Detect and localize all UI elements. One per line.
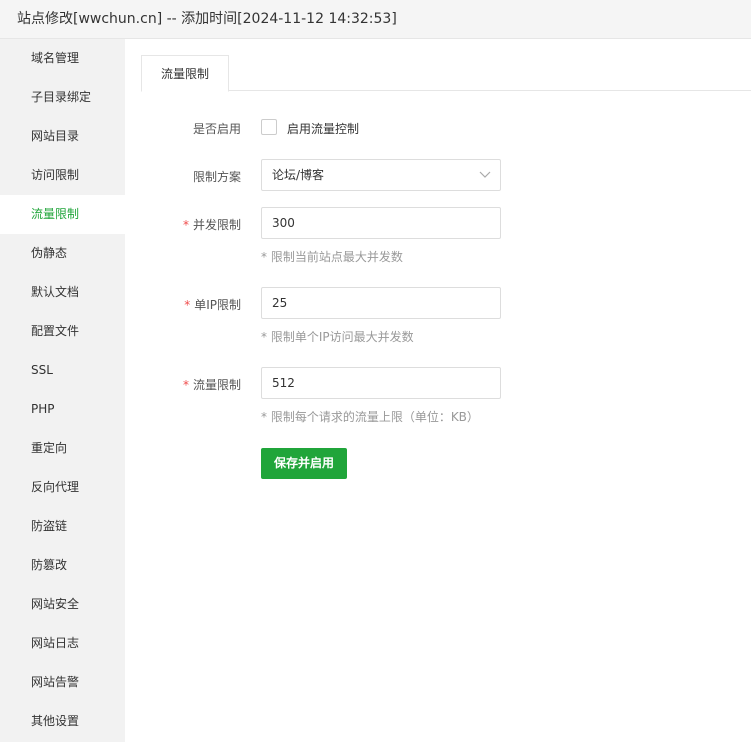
sidebar-item-rewrite[interactable]: 伪静态 [0, 234, 125, 273]
sidebar-item-domain[interactable]: 域名管理 [0, 39, 125, 78]
sidebar-item-site-alerts[interactable]: 网站告警 [0, 663, 125, 702]
per-ip-hint: * 限制单个IP访问最大并发数 [261, 330, 414, 344]
per-ip-label-text: 单IP限制 [194, 298, 241, 312]
sidebar-item-site-logs[interactable]: 网站日志 [0, 624, 125, 663]
sidebar-item-reverse-proxy[interactable]: 反向代理 [0, 468, 125, 507]
required-mark: * [182, 218, 189, 232]
traffic-label: * 流量限制 [125, 376, 241, 393]
scheme-select[interactable]: 论坛/博客 [261, 159, 501, 191]
sidebar-item-subdir-binding[interactable]: 子目录绑定 [0, 78, 125, 117]
concurrency-input[interactable]: 300 [261, 207, 501, 239]
concurrency-label-text: 并发限制 [192, 218, 241, 232]
per-ip-input[interactable]: 25 [261, 287, 501, 319]
window-titlebar: 站点修改[wwchun.cn] -- 添加时间[2024-11-12 14:32… [0, 0, 751, 39]
sidebar-item-tamper-proof[interactable]: 防篡改 [0, 546, 125, 585]
sidebar-item-hotlink[interactable]: 防盗链 [0, 507, 125, 546]
traffic-input[interactable]: 512 [261, 367, 501, 399]
sidebar-item-ssl[interactable]: SSL [0, 351, 125, 390]
concurrency-label: * 并发限制 [125, 216, 241, 233]
sidebar-item-redirect[interactable]: 重定向 [0, 429, 125, 468]
save-and-enable-button[interactable]: 保存并启用 [261, 448, 347, 479]
enable-label: 是否启用 [192, 122, 241, 136]
scheme-select-value: 论坛/博客 [272, 168, 325, 182]
sidebar-item-site-directory[interactable]: 网站目录 [0, 117, 125, 156]
traffic-label-text: 流量限制 [192, 378, 241, 392]
sidebar: 域名管理 子目录绑定 网站目录 访问限制 流量限制 伪静态 默认文档 配置文件 … [0, 39, 125, 742]
tab-bar: 流量限制 [141, 55, 751, 92]
sidebar-item-site-security[interactable]: 网站安全 [0, 585, 125, 624]
window-title: 站点修改[wwchun.cn] -- 添加时间[2024-11-12 14:32… [17, 11, 397, 27]
tab-traffic-limit[interactable]: 流量限制 [141, 55, 229, 92]
sidebar-item-default-doc[interactable]: 默认文档 [0, 273, 125, 312]
main-panel: 流量限制 是否启用 启用流量控制 限制方案 论坛/博客 * 并发限制 300 * … [125, 39, 751, 742]
required-mark: * [184, 298, 191, 312]
concurrency-hint: * 限制当前站点最大并发数 [261, 250, 403, 264]
sidebar-item-php[interactable]: PHP [0, 390, 125, 429]
enable-traffic-control-label[interactable]: 启用流量控制 [287, 120, 359, 137]
sidebar-item-config-file[interactable]: 配置文件 [0, 312, 125, 351]
per-ip-label: * 单IP限制 [125, 296, 241, 313]
sidebar-item-other-settings[interactable]: 其他设置 [0, 702, 125, 741]
chevron-down-icon [479, 171, 491, 178]
required-mark: * [182, 378, 189, 392]
sidebar-item-traffic-limit[interactable]: 流量限制 [0, 195, 125, 234]
sidebar-item-access-limit[interactable]: 访问限制 [0, 156, 125, 195]
scheme-label: 限制方案 [192, 170, 241, 184]
enable-traffic-control-checkbox[interactable] [261, 119, 277, 135]
traffic-hint: * 限制每个请求的流量上限（单位：KB） [261, 410, 479, 424]
